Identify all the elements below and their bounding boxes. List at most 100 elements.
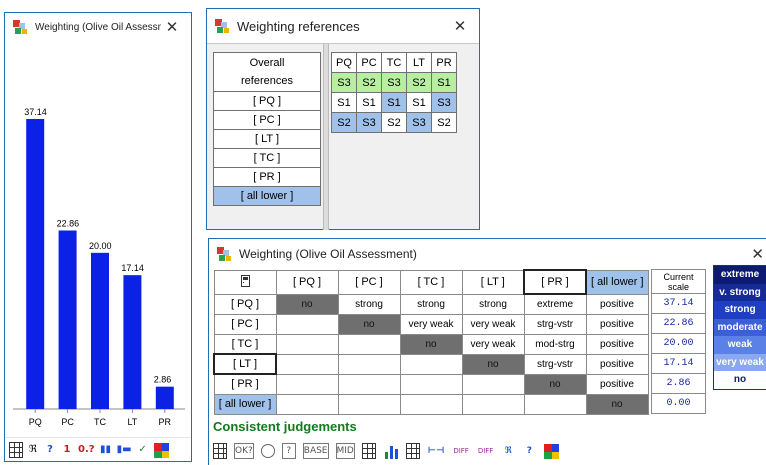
legend-item[interactable]: no <box>714 371 766 389</box>
column-header[interactable]: [ PQ ] <box>275 269 339 295</box>
refresh-icon[interactable] <box>260 444 275 458</box>
row-header[interactable]: [ all lower ] <box>213 393 277 415</box>
row-header[interactable]: [ PC ] <box>213 313 277 335</box>
judgement-cell[interactable]: strong <box>337 293 401 315</box>
reference-cell[interactable]: S3 <box>431 92 457 113</box>
judgement-cell[interactable] <box>399 353 463 375</box>
grid-view-icon[interactable] <box>213 443 227 459</box>
column-header[interactable]: [ PR ] <box>523 269 587 295</box>
scale-one-button[interactable]: 1 <box>60 442 74 458</box>
reference-item-tc[interactable]: [ TC ] <box>213 148 321 168</box>
reference-cell[interactable]: S2 <box>356 72 382 93</box>
grid-view-icon[interactable] <box>9 441 23 458</box>
judgement-cell[interactable]: no <box>461 353 525 375</box>
diff-alt-button[interactable]: DIFF <box>477 443 495 459</box>
judgement-cell[interactable]: very weak <box>461 333 525 355</box>
ok-check-button[interactable]: OK? <box>234 443 254 459</box>
judgement-cell[interactable] <box>337 393 401 415</box>
judgement-cell[interactable]: positive <box>585 313 649 335</box>
judgement-cell[interactable] <box>461 373 525 395</box>
judgement-cell[interactable] <box>399 373 463 395</box>
judgement-cell[interactable] <box>461 393 525 415</box>
judgement-cell[interactable]: extreme <box>523 293 587 315</box>
judgement-cell[interactable]: no <box>523 373 587 395</box>
reference-cell[interactable]: S1 <box>406 92 432 113</box>
panel-splitter[interactable] <box>323 44 329 230</box>
reference-cell[interactable]: S2 <box>406 72 432 93</box>
column-header[interactable]: [ all lower ] <box>585 269 649 295</box>
bar-pr[interactable] <box>155 386 174 409</box>
hint-icon[interactable]: ? <box>281 443 296 459</box>
reference-cell[interactable]: S3 <box>356 112 382 133</box>
judgement-cell[interactable] <box>275 393 339 415</box>
reference-cell[interactable]: S2 <box>381 112 407 133</box>
judgement-cell[interactable]: positive <box>585 293 649 315</box>
legend-item[interactable]: extreme <box>714 266 766 284</box>
reference-cell[interactable]: S1 <box>356 92 382 113</box>
row-header[interactable]: [ PR ] <box>213 373 277 395</box>
row-header[interactable]: [ PQ ] <box>213 293 277 315</box>
judgement-cell[interactable]: strg-vstr <box>523 353 587 375</box>
bar-pc[interactable] <box>58 230 77 409</box>
judgement-cell[interactable]: mod-strg <box>523 333 587 355</box>
judgement-cell[interactable]: no <box>399 333 463 355</box>
color-palette-icon[interactable] <box>153 442 169 458</box>
chart-window-titlebar[interactable]: Weighting (Olive Oil Assessm... ✕ <box>5 13 191 41</box>
judgement-cell[interactable] <box>399 393 463 415</box>
close-icon[interactable]: ✕ <box>449 17 471 35</box>
legend-item[interactable]: moderate <box>714 318 766 336</box>
overall-references-item[interactable]: Overall references <box>213 52 321 92</box>
reference-cell[interactable]: S2 <box>331 112 357 133</box>
diff-button[interactable]: DIFF <box>452 443 470 459</box>
judgement-cell[interactable]: strg-vstr <box>523 313 587 335</box>
judgement-cell[interactable] <box>337 333 401 355</box>
calculator-icon[interactable] <box>240 274 250 287</box>
references-window-titlebar[interactable]: Weighting references ✕ <box>207 9 479 43</box>
column-header[interactable]: [ LT ] <box>461 269 525 295</box>
matrix-window-titlebar[interactable]: Weighting (Olive Oil Assessment) <box>209 239 766 269</box>
judgement-cell[interactable]: positive <box>585 353 649 375</box>
judgement-cell[interactable]: positive <box>585 373 649 395</box>
reference-item-pq[interactable]: [ PQ ] <box>213 91 321 111</box>
reference-cell[interactable]: S3 <box>381 72 407 93</box>
judgement-cell[interactable] <box>275 333 339 355</box>
judgement-cell[interactable]: positive <box>585 333 649 355</box>
reference-cell[interactable]: S3 <box>331 72 357 93</box>
close-icon[interactable]: ✕ <box>751 245 764 263</box>
help-icon[interactable]: ? <box>522 443 536 459</box>
legend-item[interactable]: v. strong <box>714 283 766 301</box>
reference-icon[interactable]: ℜ <box>501 443 515 459</box>
bar-view-icon[interactable]: ▮▮ <box>99 442 113 458</box>
bar-chart-icon[interactable] <box>383 443 399 459</box>
judgement-cell[interactable] <box>275 373 339 395</box>
color-palette-icon[interactable] <box>543 443 559 459</box>
judgement-cell[interactable] <box>337 373 401 395</box>
mid-button[interactable]: MID <box>335 443 355 459</box>
legend-item[interactable]: very weak <box>714 353 766 371</box>
bar-pq[interactable] <box>26 119 45 409</box>
judgement-cell[interactable]: no <box>275 293 339 315</box>
bar-tc[interactable] <box>91 252 109 409</box>
reference-cell[interactable]: S1 <box>431 72 457 93</box>
judgement-cell[interactable] <box>275 353 339 375</box>
column-header[interactable]: [ TC ] <box>399 269 463 295</box>
reference-item-all-lower[interactable]: [ all lower ] <box>213 186 321 206</box>
range-icon[interactable]: ⊢⊣ <box>427 443 445 459</box>
help-icon[interactable]: ? <box>43 442 57 458</box>
matrix-corner[interactable] <box>213 269 277 295</box>
check-icon[interactable]: ✓ <box>136 442 150 458</box>
reference-cell[interactable]: S3 <box>406 112 432 133</box>
judgement-cell[interactable]: very weak <box>399 313 463 335</box>
reference-item-pc[interactable]: [ PC ] <box>213 110 321 130</box>
reference-item-pr[interactable]: [ PR ] <box>213 167 321 187</box>
judgement-cell[interactable] <box>523 393 587 415</box>
reference-item-lt[interactable]: [ LT ] <box>213 129 321 149</box>
reference-cell[interactable]: S1 <box>331 92 357 113</box>
judgement-cell[interactable]: no <box>585 393 649 415</box>
column-header[interactable]: [ PC ] <box>337 269 401 295</box>
table-view-icon[interactable] <box>405 443 420 459</box>
judgement-cell[interactable]: strong <box>461 293 525 315</box>
judgement-cell[interactable]: strong <box>399 293 463 315</box>
row-header[interactable]: [ LT ] <box>213 353 277 375</box>
legend-item[interactable]: strong <box>714 301 766 319</box>
